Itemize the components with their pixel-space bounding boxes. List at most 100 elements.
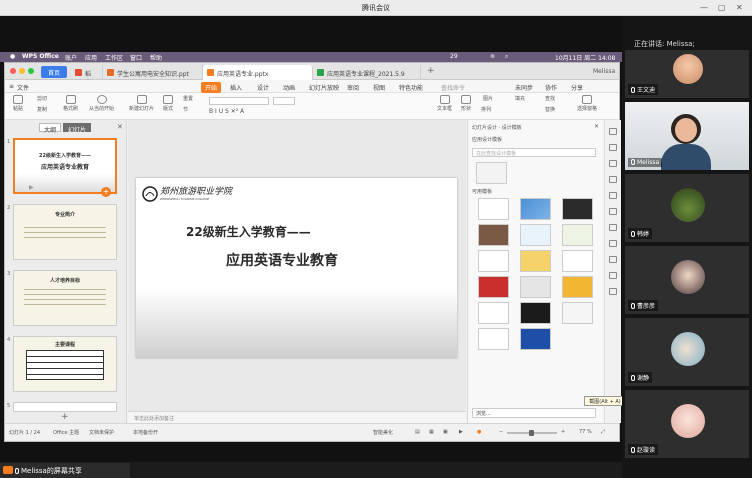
toolbar-tool-icon[interactable]: [609, 288, 617, 295]
template-thumb[interactable]: [520, 198, 551, 220]
menu-file[interactable]: 文件: [17, 83, 29, 92]
template-thumb[interactable]: [562, 198, 593, 220]
normal-view-icon[interactable]: ▤: [415, 429, 420, 435]
tab-docer[interactable]: 稻壳: [71, 65, 103, 87]
template-thumb[interactable]: [478, 302, 509, 324]
toolbar-tool-icon[interactable]: [609, 240, 617, 247]
zoom-in-icon[interactable]: +: [561, 429, 565, 435]
template-thumb[interactable]: [520, 250, 551, 272]
tab-file-current[interactable]: 应用英语专业.pptx: [203, 65, 313, 80]
minimize-icon[interactable]: —: [700, 3, 708, 12]
arrange-button[interactable]: 排列: [481, 106, 491, 113]
close-dot-icon[interactable]: [10, 68, 16, 74]
close-pane-icon[interactable]: ✕: [117, 123, 123, 131]
sync-status[interactable]: 未同步: [515, 83, 533, 92]
user-name[interactable]: Melissa: [593, 68, 615, 75]
menu-special[interactable]: 特色功能: [399, 83, 423, 92]
template-thumb[interactable]: [478, 276, 509, 298]
menu-review[interactable]: 审阅: [347, 83, 359, 92]
slide-thumbnail-4[interactable]: 主要课程: [13, 336, 117, 392]
slide-sorter-icon[interactable]: ▦: [429, 429, 434, 435]
beautify-button[interactable]: 智能美化: [373, 429, 393, 436]
template-thumb[interactable]: [562, 302, 593, 324]
toolbar-tool-icon[interactable]: [609, 192, 617, 199]
play-icon[interactable]: ▶: [29, 184, 34, 191]
tab-slides[interactable]: 幻灯片: [63, 123, 92, 134]
template-thumb[interactable]: [562, 276, 593, 298]
browse-button[interactable]: 浏览...: [472, 408, 596, 418]
mac-menu-workspace[interactable]: 工作区: [105, 53, 123, 62]
menu-slideshow[interactable]: 幻灯片放映: [309, 83, 339, 92]
replace-button[interactable]: 替换: [545, 106, 555, 113]
template-thumb[interactable]: [520, 224, 551, 246]
text-format-row[interactable]: B I U S ✕² A: [209, 108, 309, 116]
toolbar-tool-icon[interactable]: [609, 128, 617, 135]
zoom-slider[interactable]: [507, 430, 557, 436]
participant-video-tile[interactable]: Melissa: [625, 102, 749, 170]
template-thumb[interactable]: [520, 328, 551, 350]
minimize-dot-icon[interactable]: [19, 68, 25, 74]
copy-button[interactable]: 复制: [37, 106, 47, 113]
picture-button[interactable]: 图片: [483, 95, 493, 102]
template-thumb[interactable]: [478, 198, 509, 220]
zoom-dot-icon[interactable]: [28, 68, 34, 74]
template-thumb[interactable]: [478, 224, 509, 246]
toolbar-tool-icon[interactable]: [609, 208, 617, 215]
format-painter-button[interactable]: 格式刷: [63, 95, 78, 112]
slide-thumbnail-2[interactable]: 专业简介: [13, 204, 117, 260]
zoom-slider-handle[interactable]: [529, 430, 534, 436]
menu-icon[interactable]: ≡: [9, 83, 14, 90]
search-command[interactable]: 查找命令: [441, 83, 465, 92]
toolbar-tool-icon[interactable]: [609, 256, 617, 263]
share-button[interactable]: 分享: [571, 83, 583, 92]
apple-icon[interactable]: ●: [10, 53, 15, 60]
play-from-current-button[interactable]: 从当前开始: [89, 95, 114, 112]
find-button[interactable]: 查找: [545, 95, 555, 102]
slide-thumbnail-1[interactable]: 22级新生入学教育—— 应用英语专业教育 ▶ +: [13, 138, 117, 197]
template-search-input[interactable]: 在此查找设计模板: [472, 148, 596, 157]
selection-pane-button[interactable]: 选择窗格: [577, 95, 597, 112]
maximize-icon[interactable]: ▢: [718, 3, 726, 12]
mac-menu-help[interactable]: 帮助: [150, 53, 162, 62]
participant-tile[interactable]: 曹彦彦: [625, 246, 749, 314]
mac-menu-window[interactable]: 窗口: [130, 53, 142, 62]
wifi-icon[interactable]: ≋: [490, 53, 495, 60]
new-slide-button[interactable]: 新建幻灯片: [129, 95, 154, 112]
paste-button[interactable]: 粘贴: [13, 95, 23, 112]
slide-main[interactable]: 郑州旅游职业学院 ZHENGZHOU TOURISM COLLEGE 22级新生…: [136, 178, 457, 358]
add-slide-icon[interactable]: +: [61, 412, 69, 422]
toolbar-tool-icon[interactable]: [609, 224, 617, 231]
add-slide-button[interactable]: +: [101, 187, 111, 197]
close-icon[interactable]: ✕: [736, 3, 743, 12]
template-thumb[interactable]: [478, 250, 509, 272]
layout-button[interactable]: 版式: [163, 95, 173, 112]
toolbar-tool-icon[interactable]: [609, 144, 617, 151]
backup-status[interactable]: 本地备份开: [133, 429, 158, 436]
menu-animation[interactable]: 动画: [283, 83, 295, 92]
section-button[interactable]: 节: [183, 106, 188, 113]
participant-tile[interactable]: 谢静: [625, 318, 749, 386]
zoom-out-icon[interactable]: −: [499, 429, 503, 435]
template-thumb[interactable]: [476, 162, 507, 184]
template-thumb[interactable]: [562, 224, 593, 246]
doc-protect-status[interactable]: 文档未保护: [89, 429, 114, 436]
toolbar-tool-icon[interactable]: [609, 176, 617, 183]
participant-tile[interactable]: 王文迪: [625, 50, 749, 98]
fit-window-icon[interactable]: ⤢: [601, 429, 605, 435]
cut-button[interactable]: 剪切: [37, 95, 47, 102]
reading-view-icon[interactable]: ▣: [443, 429, 448, 435]
menu-design[interactable]: 设计: [257, 83, 269, 92]
search-icon[interactable]: ⌕: [505, 53, 508, 61]
mac-menu-account[interactable]: 账户: [65, 53, 77, 62]
tab-home[interactable]: 首页: [41, 66, 67, 78]
font-name-select[interactable]: [209, 97, 269, 105]
participant-tile[interactable]: 赵璇读: [625, 390, 749, 458]
toolbar-tool-icon[interactable]: [609, 272, 617, 279]
tab-outline[interactable]: 大纲: [39, 123, 62, 134]
slide-thumbnail-5[interactable]: [13, 402, 117, 412]
template-thumb[interactable]: [520, 276, 551, 298]
notes-area[interactable]: 单击此处添加备注: [128, 411, 466, 423]
reset-button[interactable]: 重置: [183, 95, 193, 102]
mic-icon[interactable]: [15, 468, 19, 474]
collab-button[interactable]: 协作: [545, 83, 557, 92]
